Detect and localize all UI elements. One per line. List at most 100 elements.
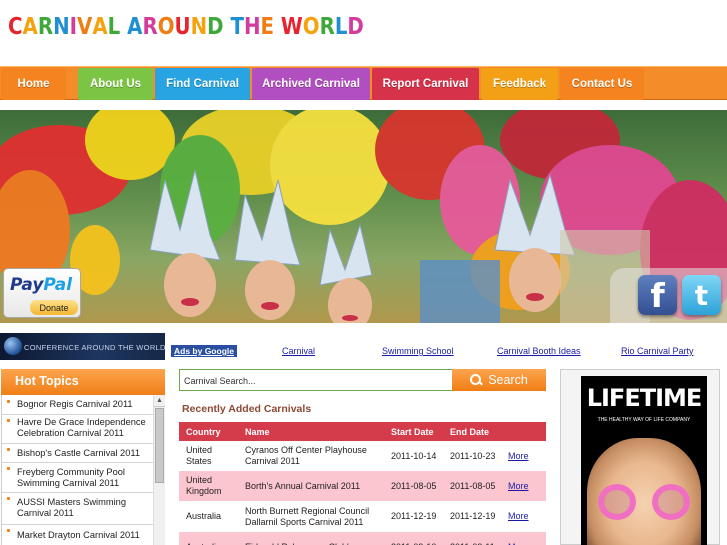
logo-letter: H <box>243 14 261 40</box>
cell-name: North Burnett Regional Council Dallarnil… <box>238 501 384 532</box>
site-logo[interactable]: CARNIVAL AROUND THE WORLD <box>8 14 364 40</box>
table-row: Australia Eidsvold Polocrosse Club's 201… <box>179 532 546 545</box>
more-link[interactable]: More <box>501 471 546 501</box>
twitter-icon[interactable]: t <box>682 275 721 315</box>
more-link[interactable]: More <box>501 441 546 471</box>
hot-topics-header: Hot Topics <box>1 369 165 395</box>
goggle-right <box>652 484 690 520</box>
bullet-icon <box>7 467 10 470</box>
nav-home[interactable]: Home <box>1 68 66 100</box>
hot-topic-label: AUSSI Masters Swimming Carnival 2011 <box>17 497 127 518</box>
cell-end: 2011-12-19 <box>443 501 501 532</box>
hot-topic-item[interactable]: Bognor Regis Carnival 2011 <box>2 396 154 415</box>
cell-country: Australia <box>179 501 238 532</box>
more-link[interactable]: More <box>501 532 546 545</box>
hot-topic-item[interactable]: Bishop's Castle Carnival 2011 <box>2 444 154 463</box>
hot-topic-item[interactable]: AUSSI Masters Swimming Carnival 2011 <box>2 493 154 525</box>
cell-end: 2011-08-05 <box>443 471 501 501</box>
logo-letter: L <box>107 14 121 40</box>
nav-feedback[interactable]: Feedback <box>481 68 558 100</box>
ad-link-swimming-school[interactable]: Swimming School <box>382 346 454 356</box>
logo-letter: W <box>280 14 303 40</box>
logo-letter: D <box>347 14 364 40</box>
logo-letter: T <box>230 14 244 40</box>
facebook-icon[interactable]: f <box>638 275 677 315</box>
cell-name: Eidsvold Polocrosse Club's <box>238 532 384 545</box>
cell-name: Borth's Annual Carnival 2011 <box>238 471 384 501</box>
cell-country: Australia <box>179 532 238 545</box>
recently-added-title: Recently Added Carnivals <box>182 403 312 415</box>
logo-letter: R <box>37 14 54 40</box>
hot-topic-item[interactable]: Market Drayton Carnival 2011 <box>2 525 154 545</box>
search-button-label: Search <box>488 373 528 387</box>
paypal-logo-pal: Pal <box>43 275 73 295</box>
logo-letter: U <box>174 14 191 40</box>
nav-contact-us[interactable]: Contact Us <box>560 68 644 100</box>
table-row: Australia North Burnett Regional Council… <box>179 501 546 532</box>
paypal-logo: PayPal <box>10 275 72 295</box>
cell-start: 2011-08-05 <box>384 471 443 501</box>
logo-letter: A <box>127 14 143 40</box>
hot-topic-label: Bishop's Castle Carnival 2011 <box>17 448 141 458</box>
logo-letter: R <box>319 14 335 40</box>
paypal-logo-pay: Pay <box>10 275 44 295</box>
bullet-icon <box>7 448 10 451</box>
bullet-icon <box>7 529 10 532</box>
carnival-search-form: Search <box>179 369 546 391</box>
col-action <box>501 422 546 441</box>
more-link[interactable]: More <box>501 501 546 532</box>
logo-letter: L <box>334 14 348 40</box>
cell-start: 2011-09-10 <box>384 532 443 545</box>
col-end-date: End Date <box>443 422 501 441</box>
cell-start: 2011-10-14 <box>384 441 443 471</box>
col-country: Country <box>179 422 238 441</box>
logo-letter: R <box>142 14 158 40</box>
nav-report-carnival[interactable]: Report Carnival <box>372 68 479 100</box>
logo-letter: V <box>77 14 93 40</box>
ads-by-google-link[interactable]: Ads by Google <box>171 345 237 357</box>
table-row: United Kingdom Borth's Annual Carnival 2… <box>179 471 546 501</box>
logo-letter: E <box>260 14 275 40</box>
cell-name: Cyranos Off Center Playhouse Carnival 20… <box>238 441 384 471</box>
ad-link-carnival[interactable]: Carnival <box>282 346 315 356</box>
hot-topic-label: Freyberg Community Pool Swimming Carniva… <box>17 467 125 488</box>
hot-topic-label: Havre De Grace Independence Celebration … <box>17 417 146 438</box>
ad-link-rio-carnival-party[interactable]: Rio Carnival Party <box>621 346 694 356</box>
main-nav: Home About Us Find Carnival Archived Car… <box>0 66 727 100</box>
bullet-icon <box>7 400 10 403</box>
logo-letter: O <box>302 14 320 40</box>
search-button[interactable]: Search <box>452 369 546 391</box>
paypal-donate-button[interactable]: PayPal Donate <box>3 268 81 318</box>
nav-about-us[interactable]: About Us <box>78 68 153 100</box>
globe-icon <box>4 337 22 355</box>
logo-letter <box>120 14 127 40</box>
carnival-search-input[interactable] <box>184 373 446 388</box>
logo-letter: I <box>69 14 78 40</box>
recent-carnivals-table: Country Name Start Date End Date United … <box>179 422 546 545</box>
conference-around-the-world-banner[interactable]: CONFERENCE AROUND THE WORLD <box>0 333 165 360</box>
scrollbar-thumb[interactable] <box>155 408 164 483</box>
logo-letter: A <box>22 14 38 40</box>
hot-topics-scrollbar[interactable]: ▲ <box>153 395 165 545</box>
logo-letter: A <box>92 14 108 40</box>
donate-label: Donate <box>30 300 78 315</box>
hot-topic-item[interactable]: Freyberg Community Pool Swimming Carniva… <box>2 463 154 493</box>
col-name: Name <box>238 422 384 441</box>
lifetime-advertisement[interactable]: LIFETIME THE HEALTHY WAY OF LIFE COMPANY <box>581 376 707 545</box>
scroll-up-icon[interactable]: ▲ <box>154 395 165 407</box>
logo-letter <box>274 14 281 40</box>
cell-country: United States <box>179 441 238 471</box>
hot-topic-item[interactable]: Havre De Grace Independence Celebration … <box>2 415 154 444</box>
nav-find-carnival[interactable]: Find Carnival <box>155 68 250 100</box>
hot-topics-list: Bognor Regis Carnival 2011 Havre De Grac… <box>1 395 165 545</box>
ad-link-carnival-booth-ideas[interactable]: Carnival Booth Ideas <box>497 346 581 356</box>
cell-end: 2011-09-11 <box>443 532 501 545</box>
table-header-row: Country Name Start Date End Date <box>179 422 546 441</box>
hot-topic-label: Market Drayton Carnival 2011 <box>17 530 140 540</box>
logo-letter: D <box>207 14 224 40</box>
table-row: United States Cyranos Off Center Playhou… <box>179 441 546 471</box>
nav-archived-carnival[interactable]: Archived Carnival <box>252 68 370 100</box>
logo-letter <box>224 14 231 40</box>
lifetime-brand: LIFETIME <box>586 384 703 412</box>
cell-end: 2011-10-23 <box>443 441 501 471</box>
